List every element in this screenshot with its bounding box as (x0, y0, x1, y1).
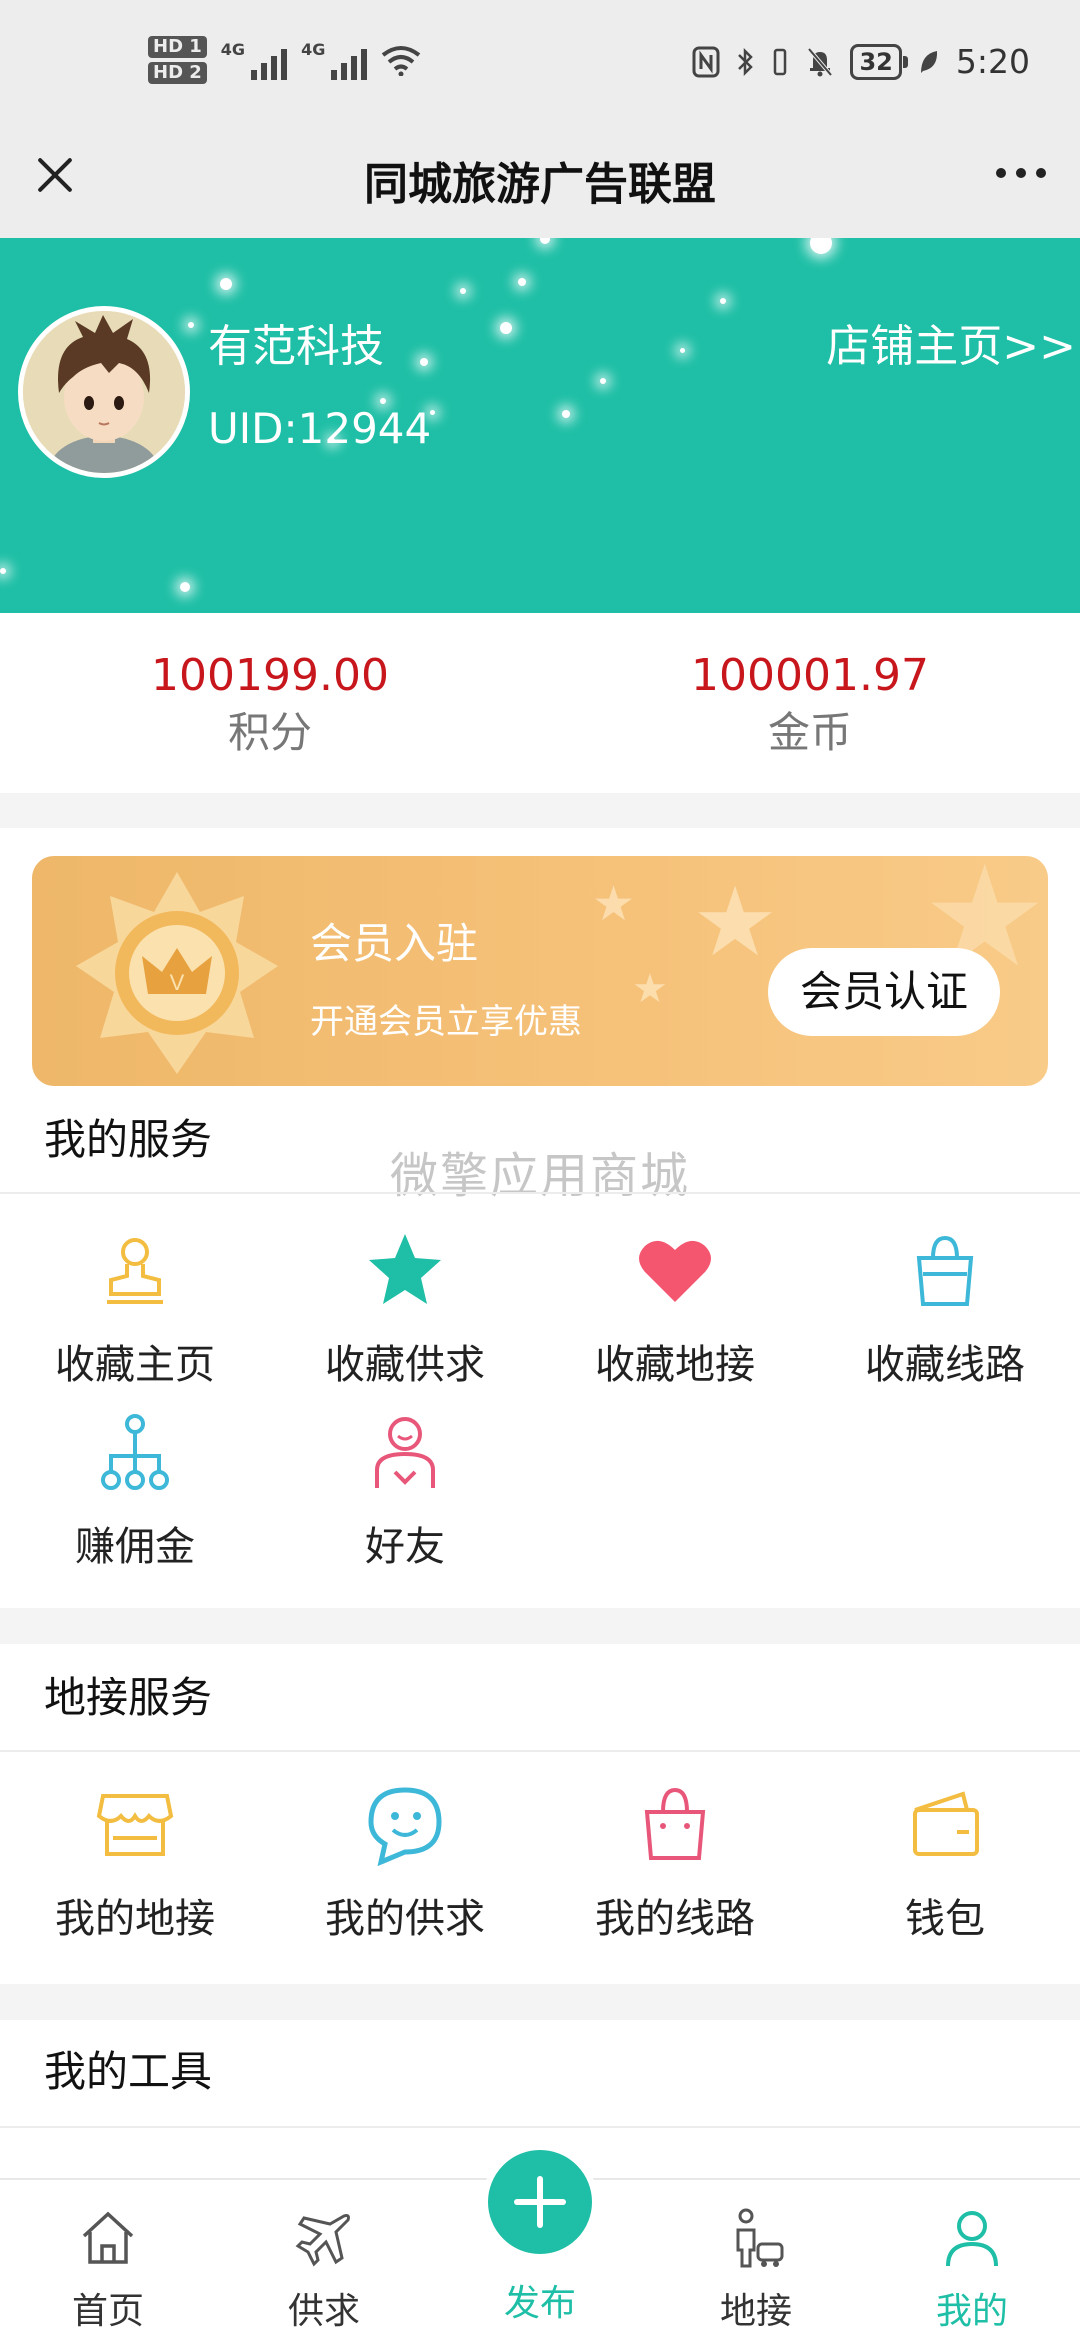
clock: 5:20 (955, 42, 1030, 81)
signal-1-icon: 4G (221, 40, 288, 80)
hd-badges: HD 1 HD 2 (148, 36, 207, 84)
network-icon (101, 1414, 169, 1490)
avatar-image (23, 311, 185, 473)
section-gap (0, 1984, 1080, 2020)
service-favorite-home[interactable]: 收藏主页 (0, 1228, 270, 1390)
star-decoration-icon: ★ (632, 966, 668, 1012)
chat-icon (368, 1787, 442, 1866)
tab-label: 首页 (71, 2291, 144, 2332)
service-label: 赚佣金 (75, 1524, 195, 1570)
service-label: 我的地接 (55, 1896, 215, 1942)
service-label: 好友 (365, 1524, 445, 1570)
service-favorite-route[interactable]: 收藏线路 (810, 1228, 1080, 1390)
wallet-icon (913, 1791, 979, 1856)
points-value: 100199.00 (151, 650, 389, 701)
status-right: 32 5:20 (692, 42, 1030, 81)
bag-icon (916, 1235, 974, 1306)
title-bar: 同城旅游广告联盟 (0, 128, 1080, 238)
wifi-icon (382, 46, 421, 76)
member-banner[interactable]: ★ ★ ★ ★ V 会员入驻 开通会员立享优惠 会员认证 (32, 856, 1048, 1086)
service-label: 钱包 (905, 1896, 985, 1942)
points-label: 积分 (227, 708, 312, 757)
service-label: 收藏供求 (325, 1342, 485, 1388)
watermark: 微擎应用商城 (389, 1148, 690, 1204)
service-label: 我的线路 (595, 1896, 755, 1942)
hd2-badge: HD 2 (148, 62, 207, 84)
basket-icon (644, 1787, 706, 1860)
service-favorite-supply[interactable]: 收藏供求 (270, 1228, 540, 1390)
more-options-icon[interactable] (996, 168, 1046, 178)
publish-plus-button[interactable] (482, 2144, 598, 2260)
crown-medal-icon: V (76, 872, 278, 1074)
mute-bell-icon (807, 47, 834, 76)
shop-home-link[interactable]: 店铺主页>> (826, 310, 1076, 374)
coins-value: 100001.97 (691, 650, 929, 701)
page-title: 同城旅游广告联盟 (364, 159, 716, 210)
coins-label: 金币 (767, 708, 852, 757)
tab-supply[interactable]: 供求 (216, 2180, 432, 2340)
divider (0, 2126, 1080, 2128)
service-label: 收藏地接 (595, 1342, 755, 1388)
status-bar: HD 1 HD 2 4G 4G 32 5:20 (0, 0, 1080, 128)
hd1-badge: HD 1 (148, 36, 207, 58)
tab-local[interactable]: 地接 (648, 2180, 864, 2340)
home-icon (82, 2211, 134, 2264)
profile-header: 有范科技 UID:12944 店铺主页>> (0, 238, 1080, 613)
service-wallet[interactable]: 钱包 (810, 1782, 1080, 1944)
service-label: 收藏主页 (55, 1342, 215, 1388)
status-left: HD 1 HD 2 4G 4G (148, 36, 421, 84)
star-icon (369, 1234, 441, 1304)
tab-label: 地接 (719, 2291, 792, 2332)
user-icon (946, 2211, 998, 2267)
service-my-route[interactable]: 我的线路 (540, 1782, 810, 1944)
user-id: UID:12944 (208, 404, 432, 453)
service-friends[interactable]: 好友 (270, 1410, 540, 1572)
bluetooth-icon (738, 47, 754, 76)
balance-stats: 100199.00 积分 100001.97 金币 (0, 613, 1080, 793)
tab-home[interactable]: 首页 (0, 2180, 216, 2340)
bottom-tab-bar: 首页 供求 发布 地接 我的 (0, 2144, 1080, 2340)
divider (0, 1192, 1080, 1194)
star-decoration-icon: ★ (592, 876, 636, 932)
svg-text:V: V (170, 970, 185, 995)
username: 有范科技 (208, 321, 384, 372)
stamp-icon (107, 1238, 163, 1304)
service-label: 收藏线路 (865, 1342, 1025, 1388)
service-my-supply[interactable]: 我的供求 (270, 1782, 540, 1944)
member-verify-button[interactable]: 会员认证 (768, 948, 1000, 1036)
tab-publish-label[interactable]: 发布 (432, 2274, 648, 2326)
member-subtitle: 开通会员立享优惠 (310, 1002, 582, 1042)
section-gap (0, 1608, 1080, 1644)
nfc-icon (692, 46, 720, 77)
divider (0, 1750, 1080, 1752)
heart-icon (639, 1240, 711, 1302)
vibrate-icon (774, 48, 787, 75)
leaf-icon (920, 50, 937, 73)
service-earn-commission[interactable]: 赚佣金 (0, 1410, 270, 1572)
tab-mine[interactable]: 我的 (864, 2180, 1080, 2340)
friend-icon (375, 1417, 435, 1488)
coins-stat[interactable]: 100001.97 金币 (540, 613, 1080, 793)
avatar[interactable] (18, 306, 190, 478)
tab-label: 供求 (287, 2291, 360, 2332)
points-stat[interactable]: 100199.00 积分 (0, 613, 540, 793)
local-services-title: 地接服务 (44, 1673, 213, 1722)
service-label: 我的供求 (325, 1896, 485, 1942)
battery-indicator: 32 (850, 43, 909, 80)
service-favorite-local[interactable]: 收藏地接 (540, 1228, 810, 1390)
service-my-local[interactable]: 我的地接 (0, 1782, 270, 1944)
plane-icon (295, 2214, 350, 2267)
star-decoration-icon: ★ (692, 866, 779, 978)
member-title: 会员入驻 (310, 919, 479, 968)
tab-label: 我的 (935, 2291, 1008, 2332)
shop-icon (96, 1794, 174, 1856)
my-tools-title: 我的工具 (44, 2047, 213, 2096)
guide-icon (736, 2208, 784, 2268)
signal-2-icon: 4G (301, 40, 368, 80)
